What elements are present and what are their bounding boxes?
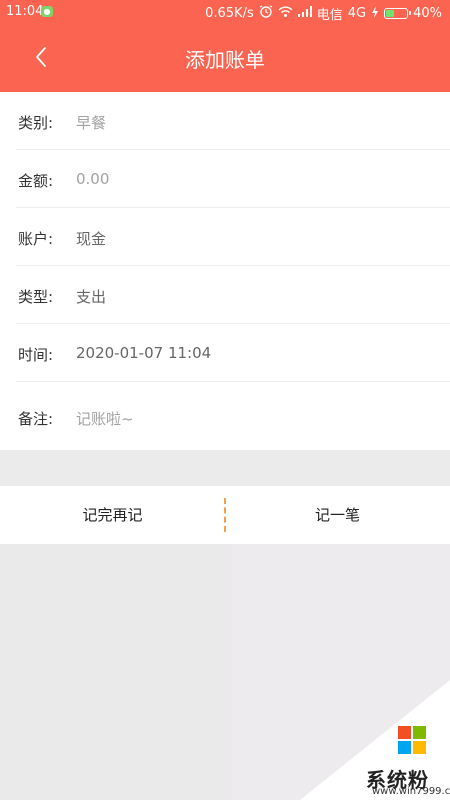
save-button[interactable]: 记一笔 xyxy=(225,486,450,544)
divider xyxy=(16,381,450,382)
battery-fill xyxy=(386,10,395,17)
account-label: 账户: xyxy=(18,230,54,248)
app-header: 11:04 ● 0.65K/s 电信 4G 40% 添加账单 xyxy=(0,0,450,92)
amount-row[interactable]: 金额: 0.00 xyxy=(0,150,450,208)
note-row[interactable]: 备注: 记账啦~ xyxy=(0,388,450,446)
time-row[interactable]: 时间: 2020-01-07 11:04 xyxy=(0,324,450,382)
status-time: 11:04 xyxy=(6,4,44,19)
account-value[interactable]: 现金 xyxy=(76,228,106,249)
time-value[interactable]: 2020-01-07 11:04 xyxy=(76,344,211,362)
category-value[interactable]: 早餐 xyxy=(76,112,106,133)
category-label: 类别: xyxy=(18,114,54,132)
page-title: 添加账单 xyxy=(185,48,265,72)
note-label: 备注: xyxy=(18,410,54,428)
alarm-icon xyxy=(259,5,273,22)
account-row[interactable]: 账户: 现金 xyxy=(0,208,450,266)
notification-icon: ● xyxy=(41,6,53,17)
battery-icon xyxy=(384,8,412,19)
action-bar: 记完再记 记一笔 xyxy=(0,486,450,544)
carrier-name: 电信 xyxy=(316,8,343,23)
charging-icon xyxy=(371,5,379,22)
battery-percent: 40% xyxy=(413,6,442,21)
network-type: 4G xyxy=(347,6,367,21)
wifi-icon xyxy=(278,6,293,22)
type-row[interactable]: 类型: 支出 xyxy=(0,266,450,324)
signal-icon xyxy=(297,6,312,21)
status-right: 0.65K/s 电信 4G 40% xyxy=(205,4,442,23)
empty-area-left xyxy=(0,544,232,800)
bill-form: 类别: 早餐 金额: 0.00 账户: 现金 类型: 支出 时间: 2020-0… xyxy=(0,92,450,450)
watermark: 系统粉 www.win7999.com xyxy=(300,680,450,800)
windows-logo-icon xyxy=(398,726,426,754)
network-speed: 0.65K/s xyxy=(205,6,254,21)
type-value[interactable]: 支出 xyxy=(76,286,106,307)
watermark-url: www.win7999.com xyxy=(372,786,450,797)
amount-input[interactable]: 0.00 xyxy=(76,170,109,188)
amount-label: 金额: xyxy=(18,172,54,190)
status-bar: 11:04 ● 0.65K/s 电信 4G 40% xyxy=(0,0,450,24)
type-label: 类型: xyxy=(18,288,54,306)
category-row[interactable]: 类别: 早餐 xyxy=(0,92,450,150)
note-input[interactable]: 记账啦~ xyxy=(76,408,134,429)
save-and-new-button[interactable]: 记完再记 xyxy=(0,486,225,544)
time-label: 时间: xyxy=(18,346,54,364)
